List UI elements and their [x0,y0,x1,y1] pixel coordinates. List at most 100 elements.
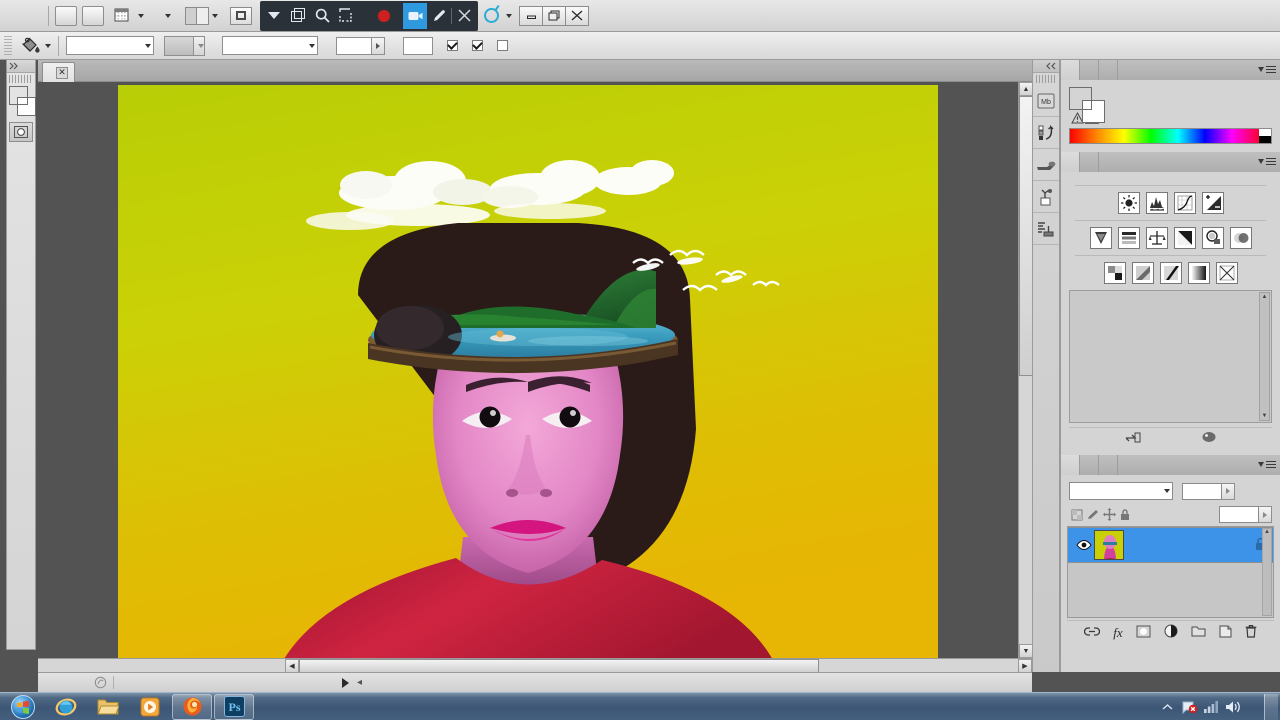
invert-icon[interactable] [1104,262,1126,284]
recorder-menu-chevron-icon[interactable] [262,3,286,29]
signal-icon[interactable] [1200,700,1222,713]
dock-expand-button[interactable] [1033,60,1059,73]
recorder-annotate-button[interactable] [427,3,451,29]
layer-fill-stepper[interactable] [1259,506,1272,523]
cs-live-chevron-icon[interactable] [506,14,512,18]
layer-row-background[interactable] [1068,527,1273,563]
mini-bridge-icon[interactable]: Mb [1033,85,1059,117]
taskbar-media-player-icon[interactable] [130,694,170,720]
layer-blend-mode-select[interactable] [1069,482,1173,500]
toolbox-collapse-button[interactable] [7,60,35,73]
layer-opacity-input[interactable] [1182,483,1222,500]
color-panel-foreground-swatch[interactable] [1069,87,1092,110]
scroll-down-arrow[interactable]: ▼ [1019,644,1033,658]
network-error-icon[interactable] [1178,699,1200,714]
vibrance-icon[interactable] [1090,227,1112,249]
return-to-adjustment-list-icon[interactable] [1125,431,1141,447]
layer-thumbnail[interactable] [1094,530,1124,560]
channel-mixer-icon[interactable] [1230,227,1252,249]
cs-live-button[interactable] [484,8,512,23]
scroll-left-arrow[interactable]: ◀ [285,659,299,673]
lock-position-icon[interactable] [1101,507,1117,523]
pattern-chevron-icon[interactable] [194,36,205,56]
close-button[interactable] [565,6,589,26]
brightness-contrast-icon[interactable] [1118,192,1140,214]
adjustments-panel-menu-button[interactable] [1258,156,1276,167]
arrange-documents-button[interactable] [185,7,209,25]
color-balance-icon[interactable] [1146,227,1168,249]
presets-scrollbar[interactable]: ▲ ▼ [1259,292,1270,421]
new-group-icon[interactable] [1191,625,1206,640]
recorder-camera-button[interactable] [403,3,427,29]
recorder-search-icon[interactable] [310,3,334,29]
selective-color-icon[interactable] [1216,262,1238,284]
black-white-icon[interactable] [1174,227,1196,249]
pattern-swatch[interactable] [164,36,194,56]
tool-preset-chevron-icon[interactable] [45,44,51,48]
pattern-picker[interactable] [164,36,205,56]
start-button[interactable] [0,693,46,720]
minimize-button[interactable] [519,6,543,26]
color-panel-menu-button[interactable] [1258,64,1276,75]
arrange-chevron-icon[interactable] [212,14,218,18]
posterize-icon[interactable] [1132,262,1154,284]
view-extras-button[interactable] [109,6,135,26]
toolbox-grip[interactable] [9,75,33,83]
volume-icon[interactable] [1222,700,1244,714]
brush-icon[interactable] [1033,149,1059,181]
opacity-stepper[interactable] [372,37,385,55]
hue-saturation-icon[interactable] [1118,227,1140,249]
paint-bucket-icon[interactable] [16,35,42,57]
recorder-close-button[interactable] [452,3,476,29]
tab-adjustments[interactable] [1061,152,1080,172]
dock-rail-grip[interactable] [1036,75,1056,83]
zoom-chevron-icon[interactable] [165,14,171,18]
clone-source-icon[interactable] [1033,181,1059,213]
tab-swatches[interactable] [1080,60,1099,80]
layer-opacity-stepper[interactable] [1222,483,1235,500]
threshold-icon[interactable] [1160,262,1182,284]
layers-panel-menu-button[interactable] [1258,459,1276,470]
status-menu-arrow-icon[interactable] [342,678,349,688]
new-layer-icon[interactable] [1219,625,1232,641]
scroll-up-arrow[interactable]: ▲ [1019,82,1033,96]
taskbar-firefox-icon[interactable] [172,694,212,720]
adjustment-presets-list[interactable]: ▲ ▼ [1069,290,1272,423]
layers-list[interactable]: ▲ [1067,526,1274,618]
scroll-right-arrow[interactable]: ▶ [1018,659,1032,673]
restore-button[interactable] [542,6,566,26]
history-icon[interactable] [1033,117,1059,149]
taskbar-windows-explorer-icon[interactable] [88,694,128,720]
tolerance-input[interactable] [403,37,433,55]
tab-channels[interactable] [1080,455,1099,475]
bridge-button[interactable] [55,6,77,26]
photo-filter-icon[interactable] [1202,227,1224,249]
screen-mode-button[interactable] [230,7,252,25]
horizontal-scroll-thumb[interactable] [299,659,819,673]
taskbar-photoshop-icon[interactable]: Ps [214,694,254,720]
contiguous-checkbox[interactable] [472,40,487,51]
canvas-horizontal-scrollbar[interactable]: ◀ ▶ [38,658,1032,672]
view-extras-chevron-icon[interactable] [138,14,144,18]
add-mask-icon[interactable] [1136,625,1151,641]
canvas-vertical-scrollbar[interactable]: ▲ ▼ [1018,82,1032,658]
show-desktop-button[interactable] [1264,694,1278,720]
character-icon[interactable] [1033,213,1059,245]
recorder-region-icon[interactable] [286,3,310,29]
layer-style-fx-icon[interactable]: fx [1113,625,1122,641]
curves-icon[interactable] [1174,192,1196,214]
anti-alias-checkbox[interactable] [447,40,462,51]
foreground-background-colors[interactable] [7,86,37,118]
gradient-map-icon[interactable] [1188,262,1210,284]
show-hidden-icons-icon[interactable] [1156,703,1178,711]
layer-fill-input[interactable] [1219,506,1259,523]
layer-visibility-eye-icon[interactable] [1074,539,1094,551]
tab-layers[interactable] [1061,455,1080,475]
layers-scrollbar[interactable]: ▲ [1262,528,1272,616]
options-bar-grip[interactable] [4,36,12,56]
all-layers-checkbox[interactable] [497,40,512,51]
tab-masks[interactable] [1080,152,1099,172]
delete-layer-icon[interactable] [1245,624,1257,641]
foreground-color-swatch[interactable] [9,86,28,105]
recorder-capture-area-icon[interactable] [334,3,358,29]
